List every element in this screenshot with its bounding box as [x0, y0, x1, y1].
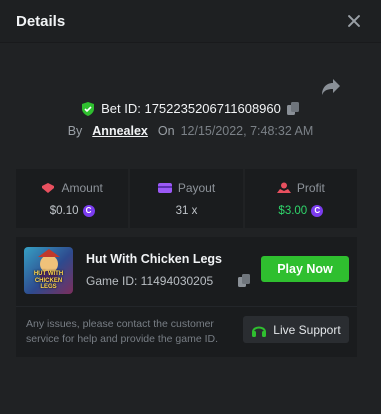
live-support-label: Live Support — [273, 322, 341, 337]
play-now-button[interactable]: Play Now — [261, 256, 349, 282]
amount-icon — [42, 182, 55, 193]
bet-id: Bet ID: 1752235206711608960 — [101, 101, 281, 116]
modal-title: Details — [16, 12, 66, 30]
stat-profit: Profit $3.00 C — [244, 169, 357, 228]
verified-shield-icon — [82, 101, 95, 116]
headset-icon — [252, 326, 267, 337]
profit-icon — [276, 182, 291, 193]
thumbnail-caption: HUT WITH CHICKEN LEGS — [33, 271, 64, 291]
divider — [16, 306, 357, 307]
close-icon[interactable] — [347, 14, 361, 28]
stat-label: Amount — [61, 180, 103, 195]
stat-label: Profit — [296, 180, 325, 195]
on-label: On — [157, 124, 175, 138]
share-icon[interactable] — [321, 78, 341, 96]
live-support-button[interactable]: Live Support — [243, 316, 349, 343]
game-id: Game ID: 11494030205 — [86, 274, 214, 288]
user-link[interactable]: Annealex — [92, 124, 148, 138]
copy-icon[interactable] — [286, 102, 300, 115]
bet-id-row: Bet ID: 1752235206711608960 — [0, 101, 381, 116]
stat-value: $0.10 — [49, 204, 79, 217]
stat-value: $3.00 — [278, 204, 308, 217]
stat-label: Payout — [177, 180, 216, 195]
details-modal: Details Bet ID: 1752235206711608960 By A… — [0, 0, 381, 414]
bet-meta-row: By Annealex On 12/15/2022, 7:48:32 AM — [0, 124, 381, 138]
coin-icon: C — [82, 204, 95, 217]
coin-icon: C — [311, 204, 324, 217]
by-label: By — [67, 124, 83, 138]
stat-amount: Amount $0.10 C — [16, 169, 129, 228]
support-note: Any issues, please contact the customer … — [26, 318, 219, 345]
payout-icon — [157, 182, 172, 193]
copy-icon[interactable] — [238, 274, 251, 287]
modal-header: Details — [0, 0, 381, 43]
bet-date: 12/15/2022, 7:48:32 AM — [180, 124, 314, 138]
stat-value: 31 x — [175, 204, 198, 217]
stats-row: Amount $0.10 C Payout 31 x Profit $3.00 … — [16, 169, 357, 228]
game-name: Hut With Chicken Legs — [86, 252, 223, 266]
game-card: HUT WITH CHICKEN LEGS Hut With Chicken L… — [16, 237, 357, 357]
stat-payout: Payout 31 x — [130, 169, 243, 228]
game-thumbnail[interactable]: HUT WITH CHICKEN LEGS — [24, 247, 73, 294]
